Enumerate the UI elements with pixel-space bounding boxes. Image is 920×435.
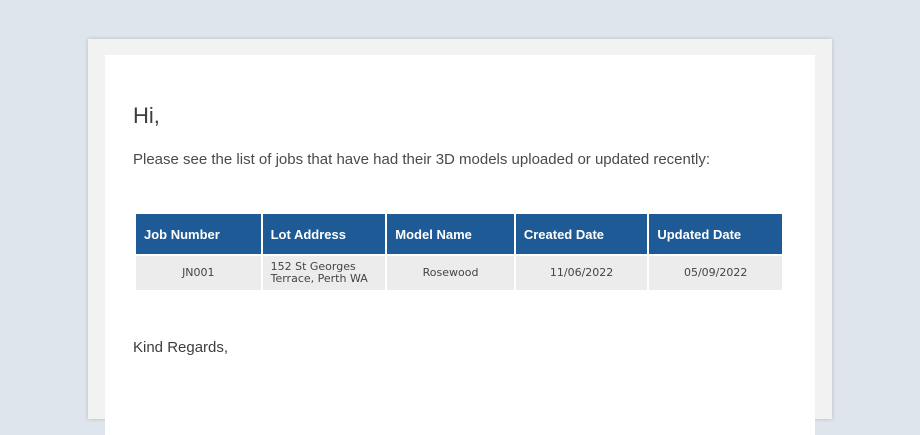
header-model-name: Model Name	[387, 214, 514, 254]
email-body: Hi, Please see the list of jobs that hav…	[105, 55, 815, 435]
table-header-row: Job Number Lot Address Model Name Create…	[136, 214, 782, 254]
cell-updated-date: 05/09/2022	[649, 256, 782, 290]
header-job-number: Job Number	[136, 214, 261, 254]
cell-lot-address: 152 St Georges Terrace, Perth WA	[262, 256, 386, 290]
header-created-date: Created Date	[515, 214, 648, 254]
jobs-table: Job Number Lot Address Model Name Create…	[134, 212, 784, 292]
cell-created-date: 11/06/2022	[515, 256, 648, 290]
cell-job-number: JN001	[136, 256, 261, 290]
signoff-text: Kind Regards,	[133, 339, 229, 356]
intro-text: Please see the list of jobs that have ha…	[133, 151, 711, 168]
table-row: JN001 152 St Georges Terrace, Perth WA R…	[136, 256, 782, 290]
greeting-text: Hi,	[133, 103, 160, 128]
email-card: Hi, Please see the list of jobs that hav…	[88, 39, 832, 435]
header-updated-date: Updated Date	[649, 214, 782, 254]
header-lot-address: Lot Address	[262, 214, 386, 254]
cell-model-name: Rosewood	[387, 256, 514, 290]
